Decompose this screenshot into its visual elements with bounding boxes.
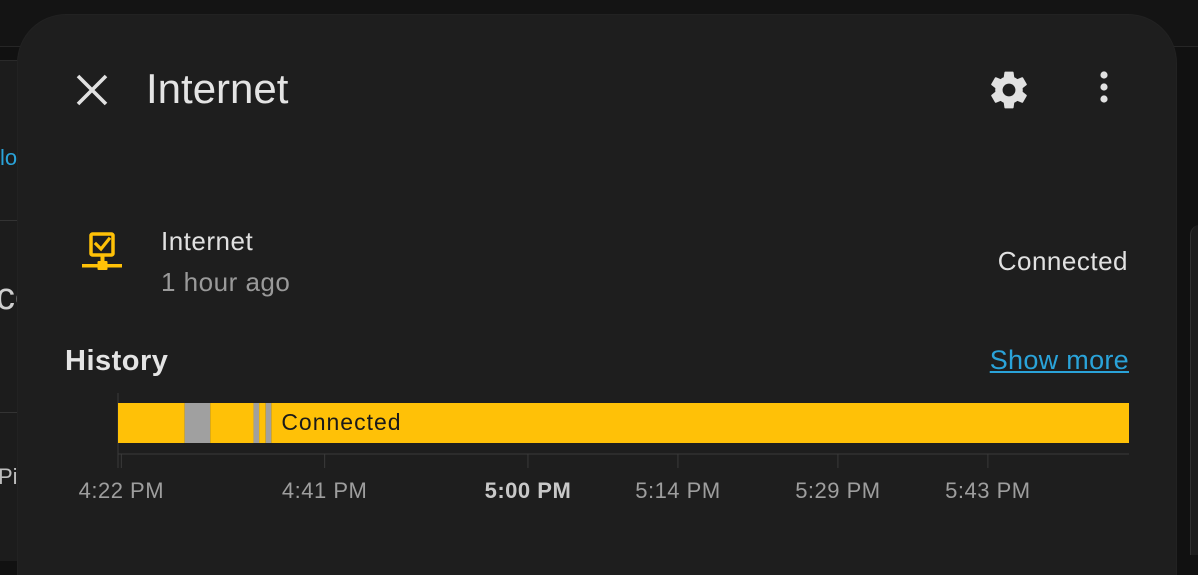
timeline-tick-label: 5:14 PM: [635, 478, 720, 503]
timeline-segment: [118, 403, 185, 443]
timeline-tick-label: 5:43 PM: [945, 478, 1030, 503]
background-link-fragment: lo: [0, 145, 18, 170]
timeline-tick-label: 4:41 PM: [282, 478, 367, 503]
timeline-tick-label: 4:22 PM: [79, 478, 164, 503]
timeline-segment: [259, 403, 266, 443]
background-card-right: [1190, 225, 1198, 555]
timeline-tick-label: 5:29 PM: [795, 478, 880, 503]
timeline-segment: [253, 403, 260, 443]
background-text-fragment: Pi: [0, 464, 18, 489]
timeline-tick-label: 5:00 PM: [485, 478, 572, 503]
timeline-segment: [265, 403, 272, 443]
more-info-dialog: Internet Internet 1 hour ago Connected H…: [18, 15, 1176, 575]
timeline-segment: [210, 403, 254, 443]
history-timeline-chart[interactable]: Connected 4:22 PM 4:41 PM 5:00 PM 5:14 PM 5:2…: [18, 15, 1176, 540]
timeline-segment-label: Connected: [281, 409, 401, 435]
timeline-segment: [184, 403, 211, 443]
